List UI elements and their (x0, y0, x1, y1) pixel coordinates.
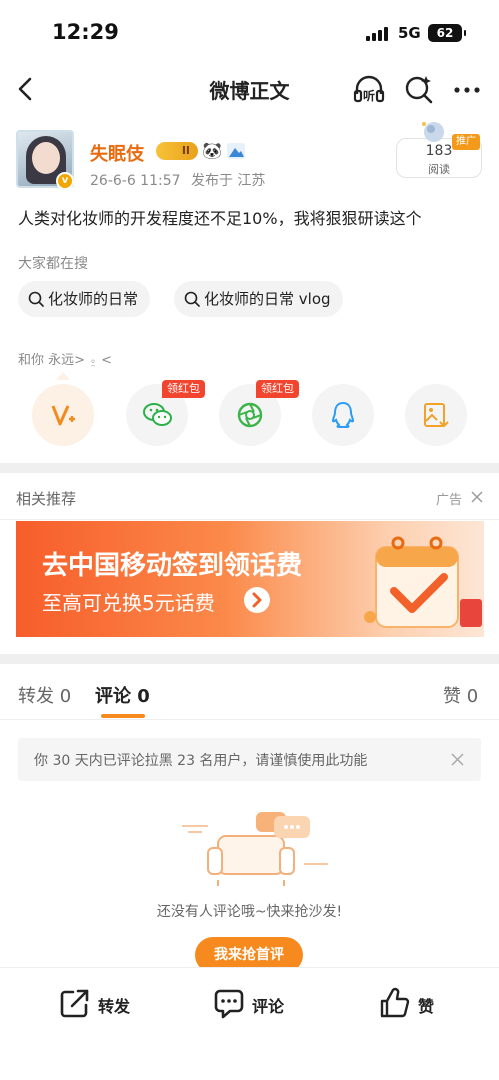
post-meta: 26-6-6 11:57 发布于 江苏 (90, 170, 265, 190)
calendar-check-icon (364, 536, 482, 628)
red-packet-tag: 领红包 (162, 380, 205, 398)
thumbs-up-icon (380, 987, 410, 1018)
share-save-image-button[interactable] (405, 384, 467, 446)
listen-button[interactable]: 听 (352, 72, 386, 106)
post-location: 发布于 江苏 (190, 173, 266, 189)
qq-icon (331, 401, 355, 428)
search-chip-label: 化妆师的日常 vlog (204, 290, 331, 308)
repost-label: 转发 (98, 997, 131, 1016)
search-chip[interactable]: 化妆师的日常 vlog (174, 281, 343, 317)
search-chip[interactable]: 化妆师的日常 (18, 281, 151, 317)
signal-icon (366, 27, 392, 41)
search-icon (28, 291, 44, 307)
empty-comments-text: 还没有人评论哦~快来抢沙发! (156, 904, 343, 920)
author-name[interactable]: 失眠伎 (90, 140, 144, 166)
vplus-icon (51, 405, 75, 426)
related-header: 相关推荐 广告 (0, 474, 499, 520)
close-icon[interactable] (470, 490, 484, 504)
comment-icon (214, 989, 244, 1019)
status-bar: 12:29 5G 62 (0, 0, 499, 66)
share-row: 领红包 领红包 (0, 380, 499, 446)
search-icon (184, 291, 200, 307)
post-text: 人类对化妆师的开发程度还不足10%，我将狠狠研读这个 (18, 209, 422, 228)
bottom-action-bar: 转发 评论 赞 (0, 967, 499, 1080)
battery-icon: 62 (428, 24, 466, 42)
close-icon[interactable] (450, 752, 465, 767)
trending-search-title: 大家都在搜 (18, 256, 88, 272)
like-label: 赞 (418, 997, 435, 1016)
status-time: 12:29 (52, 20, 119, 44)
network-type: 5G (398, 24, 421, 42)
tab-comment[interactable]: 评论 0 (95, 682, 150, 708)
more-button[interactable] (450, 72, 484, 106)
share-with-label[interactable]: 和你 永远> ⍛ < (18, 349, 112, 368)
headphone-icon: 听 (353, 75, 385, 103)
sofa-illustration-icon (182, 812, 328, 886)
repost-icon (60, 989, 89, 1018)
vip-crown-badge[interactable]: II (156, 142, 198, 160)
more-icon (454, 87, 480, 93)
promo-tag: 推广 (452, 134, 480, 150)
share-vplus-button[interactable] (32, 384, 94, 446)
section-divider (0, 654, 499, 664)
share-qq-button[interactable] (312, 384, 374, 446)
verified-badge-icon: v (56, 172, 74, 190)
reads-label: 阅读 (428, 163, 450, 176)
banner-title: 去中国移动签到领话费 (42, 551, 303, 581)
blocklist-notice: 你 30 天内已评论拉黑 23 名用户，请谨慎使用此功能 (18, 738, 481, 781)
comment-tabs: 转发 0 评论 0 赞 0 (0, 668, 499, 720)
post-time: 26-6-6 11:57 (90, 173, 181, 189)
wechat-icon (143, 403, 172, 426)
ad-banner[interactable]: 去中国移动签到领话费 至高可兑换5元话费 (16, 521, 484, 637)
comment-label: 评论 (252, 997, 285, 1016)
tab-like[interactable]: 赞 0 (443, 682, 478, 708)
arrow-right-icon (244, 587, 270, 613)
mountain-badge-icon[interactable] (226, 142, 246, 160)
listen-label: 听 (363, 88, 375, 103)
section-divider (0, 463, 499, 473)
red-packet-tag: 领红包 (256, 380, 299, 398)
panda-badge-icon[interactable]: 🐼 (202, 142, 222, 160)
ad-label: 广告 (436, 493, 463, 508)
active-tab-indicator (101, 714, 145, 718)
banner-subtitle: 至高可兑换5元话费 (42, 591, 215, 615)
related-title: 相关推荐 (16, 490, 77, 508)
share-pointer (56, 372, 70, 380)
notice-text: 你 30 天内已评论拉黑 23 名用户，请谨慎使用此功能 (34, 753, 368, 769)
save-image-icon (424, 403, 449, 428)
search-chip-label: 化妆师的日常 (48, 290, 139, 308)
nav-bar: 微博正文 听 (0, 66, 499, 112)
globe-decoration-icon (422, 122, 444, 142)
tab-repost[interactable]: 转发 0 (18, 682, 71, 708)
ai-search-icon (405, 76, 433, 104)
moments-icon (237, 402, 263, 428)
search-button[interactable] (402, 72, 436, 106)
